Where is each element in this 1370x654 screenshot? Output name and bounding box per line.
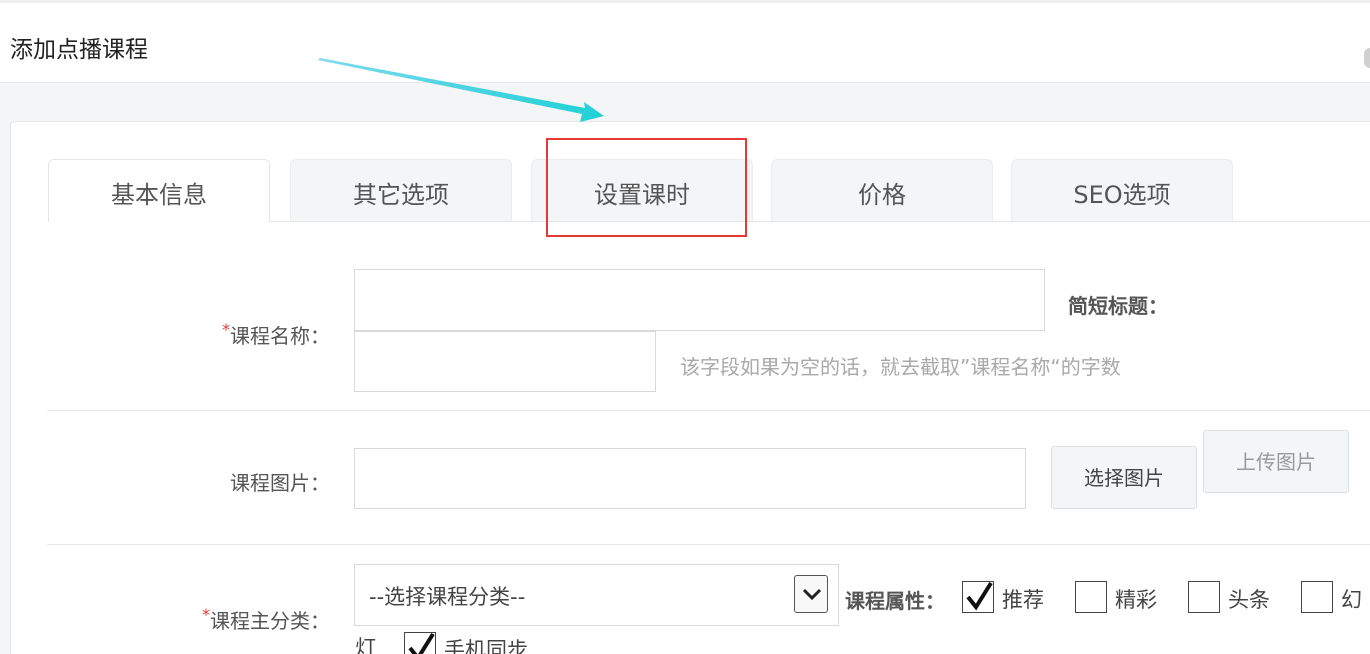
checkbox-recommend[interactable]: [962, 581, 994, 613]
checkbox-wonderful[interactable]: [1075, 581, 1107, 613]
tab-basic-info[interactable]: 基本信息: [48, 159, 270, 222]
short-title-input[interactable]: [354, 331, 656, 392]
checkbox-headline[interactable]: [1188, 581, 1220, 613]
course-name-label: *课程名称：: [222, 320, 330, 348]
highlight-annotation-box: [546, 138, 747, 237]
tab-seo-options[interactable]: SEO选项: [1011, 159, 1233, 222]
checkbox-label-slideshow-part2: 灯: [355, 636, 376, 654]
checkbox-label-mobile-sync: 手机同步: [444, 638, 528, 654]
page-header: 添加点播课程: [0, 0, 1370, 83]
tab-price[interactable]: 价格: [771, 159, 993, 222]
checkbox-label-slideshow-part1: 幻: [1341, 588, 1362, 612]
tab-other-options[interactable]: 其它选项: [290, 159, 512, 222]
annotation-arrow-icon: [318, 58, 604, 122]
course-image-label: 课程图片：: [230, 471, 330, 495]
course-attributes-label: 课程属性：: [845, 589, 945, 613]
chevron-down-icon[interactable]: [794, 575, 828, 613]
course-name-input[interactable]: [354, 269, 1045, 331]
row-divider: [47, 410, 1370, 411]
checkbox-label-recommend: 推荐: [1002, 588, 1044, 612]
required-mark: *: [222, 320, 230, 339]
checkbox-slideshow[interactable]: [1301, 581, 1333, 613]
main-category-label: *课程主分类：: [202, 605, 330, 633]
required-mark: *: [202, 605, 210, 624]
header-top-line: [0, 0, 1370, 3]
row-divider: [47, 544, 1370, 545]
category-select[interactable]: --选择课程分类--: [354, 564, 839, 626]
short-title-label: 简短标题：: [1068, 294, 1168, 318]
tab-bar-border: [270, 221, 1370, 222]
checkbox-mobile-sync[interactable]: [404, 632, 436, 654]
upload-image-button[interactable]: 上传图片: [1203, 430, 1349, 493]
course-image-input[interactable]: [354, 448, 1026, 509]
page-title: 添加点播课程: [10, 37, 148, 63]
checkbox-label-headline: 头条: [1228, 588, 1270, 612]
checkbox-label-wonderful: 精彩: [1115, 588, 1157, 612]
category-select-value: --选择课程分类--: [369, 585, 526, 609]
short-title-hint: 该字段如果为空的话，就去截取”课程名称“的字数: [680, 355, 1121, 379]
select-image-button[interactable]: 选择图片: [1051, 446, 1197, 509]
scrollbar-thumb[interactable]: [1364, 48, 1370, 68]
